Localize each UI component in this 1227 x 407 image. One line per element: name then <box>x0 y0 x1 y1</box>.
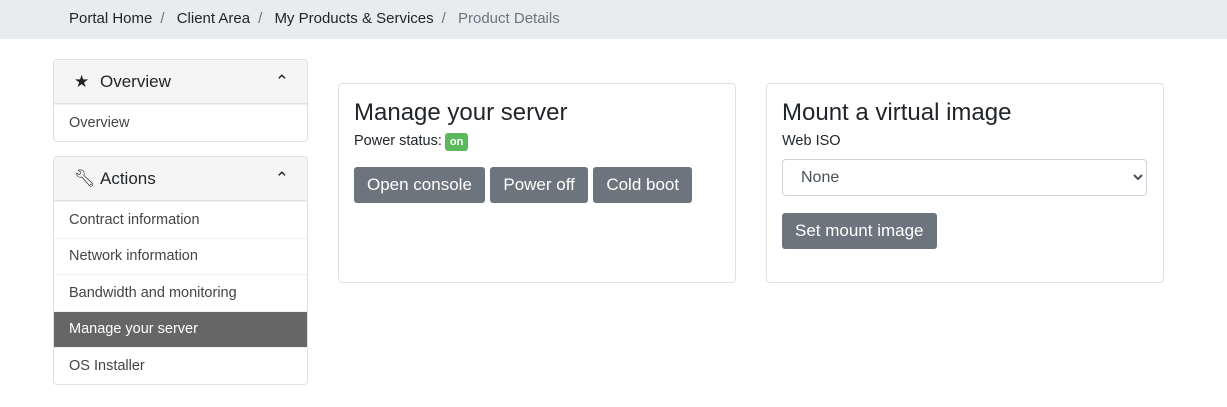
breadcrumb-current: Product Details <box>458 10 560 27</box>
web-iso-select[interactable]: None <box>782 159 1147 196</box>
power-status-badge: on <box>444 133 469 151</box>
overview-panel-header[interactable]: ★ Overview ⌃ <box>54 60 307 104</box>
power-status-label: Power status: <box>354 133 442 149</box>
panel-title: Overview <box>100 71 171 91</box>
set-mount-image-button[interactable]: Set mount image <box>782 213 937 249</box>
chevron-up-icon[interactable]: ⌃ <box>275 72 289 92</box>
sidebar-item-contract[interactable]: Contract information <box>54 201 307 238</box>
cold-boot-button[interactable]: Cold boot <box>593 167 693 203</box>
breadcrumb-client-area[interactable]: Client Area <box>177 10 250 27</box>
chevron-up-icon[interactable]: ⌃ <box>275 169 289 189</box>
star-icon: ★ <box>74 71 90 91</box>
sidebar-item-manage-server[interactable]: Manage your server <box>54 310 307 347</box>
sidebar-item-network[interactable]: Network information <box>54 237 307 275</box>
panel-title: Actions <box>100 168 156 188</box>
card-title: Manage your server <box>354 99 568 126</box>
sidebar-item-overview[interactable]: Overview <box>54 104 307 141</box>
manage-server-card: Manage your server Power status: on Open … <box>338 83 736 283</box>
breadcrumb: Portal Home / Client Area / My Products & … <box>0 0 1227 39</box>
actions-panel-header[interactable]: 🔧︎ Actions ⌃ <box>54 157 307 201</box>
sidebar-item-os-installer[interactable]: OS Installer <box>54 347 307 384</box>
web-iso-label: Web ISO <box>782 133 841 149</box>
breadcrumb-products[interactable]: My Products & Services <box>274 10 433 27</box>
mount-image-card: Mount a virtual image Web ISO None Set m… <box>766 83 1164 283</box>
wrench-icon: 🔧︎ <box>74 168 96 188</box>
sidebar-item-bandwidth[interactable]: Bandwidth and monitoring <box>54 274 307 311</box>
actions-panel: 🔧︎ Actions ⌃ Contract information Networ… <box>53 156 308 385</box>
power-off-button[interactable]: Power off <box>490 167 588 203</box>
open-console-button[interactable]: Open console <box>354 167 485 203</box>
breadcrumb-portal-home[interactable]: Portal Home <box>69 10 152 27</box>
card-title: Mount a virtual image <box>782 99 1012 126</box>
overview-panel: ★ Overview ⌃ Overview <box>53 59 308 142</box>
